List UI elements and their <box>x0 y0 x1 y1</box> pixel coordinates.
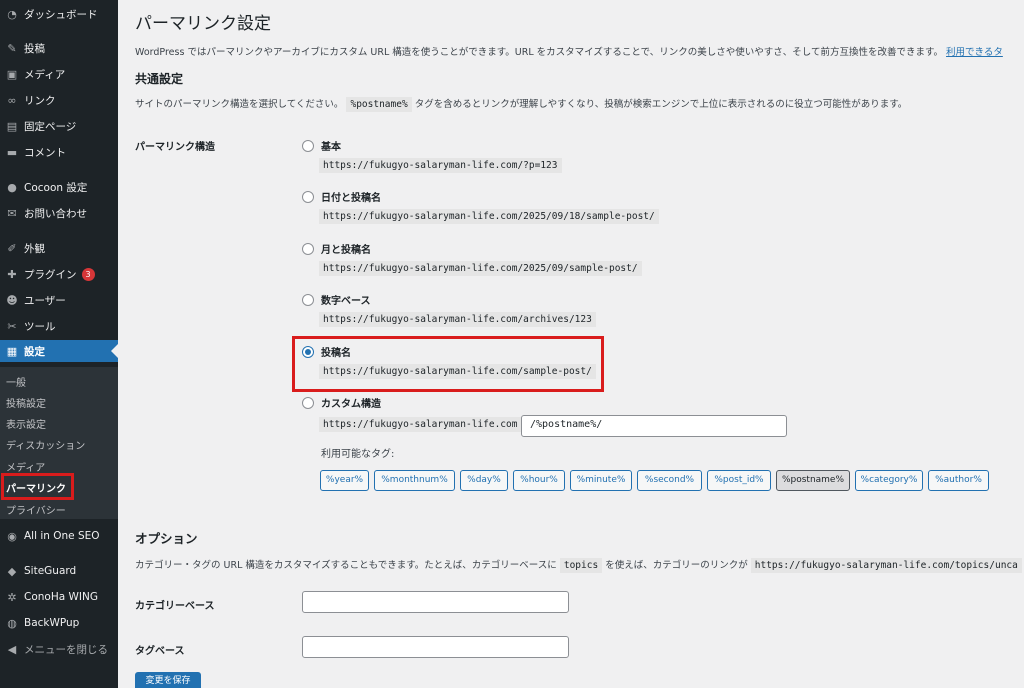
menu-pages[interactable]: ▤ 固定ページ <box>0 115 118 137</box>
custom-url-prefix: https://fukugyo-salaryman-life.com <box>319 417 522 432</box>
cocoon-icon: ● <box>7 180 17 194</box>
link-icon: ∞ <box>7 93 17 107</box>
settings-icon: ▦ <box>6 344 18 358</box>
radio-numeric[interactable] <box>302 293 314 306</box>
tag-button-year[interactable]: %year% <box>320 470 369 491</box>
main-content: パーマリンク設定 WordPress ではパーマリンクやアーカイブにカスタム U… <box>118 0 1024 688</box>
permalink-structure-label: パーマリンク構造 <box>135 142 215 153</box>
menu-contact[interactable]: ✉ お問い合わせ <box>0 202 118 224</box>
topics-url-code: https://fukugyo-salaryman-life.com/topic… <box>750 558 1022 573</box>
menu-users[interactable]: ☻ ユーザー <box>0 289 118 311</box>
tag-button-minute[interactable]: %minute% <box>570 470 632 491</box>
radio-plain[interactable] <box>302 139 314 152</box>
tag-button-hour[interactable]: %hour% <box>513 470 565 491</box>
submenu-writing[interactable]: 投稿設定 <box>6 395 46 410</box>
radio-month-name[interactable] <box>302 242 314 255</box>
custom-structure-input[interactable]: /%postname%/ <box>521 415 787 437</box>
options-title: オプション <box>135 531 198 546</box>
menu-settings[interactable]: ▦ 設定 <box>0 340 118 362</box>
menu-comments[interactable]: ▬ コメント <box>0 141 118 163</box>
menu-posts[interactable]: ✎ 投稿 <box>0 37 118 59</box>
tag-button-post-id[interactable]: %post_id% <box>707 470 771 491</box>
highlight-box-permalink-menu <box>1 473 74 500</box>
topics-code: topics <box>559 558 603 573</box>
aioseo-icon: ◉ <box>7 529 17 543</box>
available-tags-link[interactable]: 利用できるタ <box>946 47 1003 58</box>
media-icon: ▣ <box>6 67 18 81</box>
common-settings-title: 共通設定 <box>135 72 184 86</box>
example-url: https://fukugyo-salaryman-life.com/?p=12… <box>319 158 562 173</box>
save-changes-button[interactable]: 変更を保存 <box>135 672 201 688</box>
page-icon: ▤ <box>6 119 18 133</box>
menu-links[interactable]: ∞ リンク <box>0 89 118 111</box>
update-count-badge: 3 <box>81 267 95 281</box>
highlight-box-post-name <box>292 336 604 392</box>
option-day-name[interactable]: 日付と投稿名 https://fukugyo-salaryman-life.co… <box>302 189 659 224</box>
submenu-media[interactable]: メディア <box>6 459 45 474</box>
option-custom[interactable]: カスタム構造 https://fukugyo-salaryman-life.co… <box>302 395 522 432</box>
submenu-general[interactable]: 一般 <box>6 374 26 389</box>
menu-media[interactable]: ▣ メディア <box>0 63 118 85</box>
menu-backwpup[interactable]: ◍ BackWPup <box>0 612 118 634</box>
menu-aioseo[interactable]: ◉ All in One SEO <box>0 525 118 547</box>
example-url: https://fukugyo-salaryman-life.com/archi… <box>319 312 596 327</box>
wrench-icon: ✂ <box>7 319 17 333</box>
backwpup-icon: ◍ <box>7 616 17 630</box>
radio-custom[interactable] <box>302 396 314 409</box>
tag-button-postname[interactable]: %postname% <box>776 470 850 491</box>
tag-base-input[interactable] <box>302 636 569 658</box>
intro-text: WordPress ではパーマリンクやアーカイブにカスタム URL 構造を使うこ… <box>135 47 1003 58</box>
pin-icon: ✎ <box>7 41 17 55</box>
page-title: パーマリンク設定 <box>135 14 271 34</box>
common-settings-desc: サイトのパーマリンク構造を選択してください。 %postname% タグを含める… <box>135 97 908 112</box>
submenu-reading[interactable]: 表示設定 <box>6 416 46 431</box>
menu-appearance[interactable]: ✐ 外観 <box>0 237 118 259</box>
postname-code: %postname% <box>346 97 412 112</box>
admin-sidebar: ◔ ダッシュボード ✎ 投稿 ▣ メディア ∞ リンク ▤ 固定ページ ▬ コメント ● Co… <box>0 0 118 688</box>
submenu-privacy[interactable]: プライバシー <box>6 502 66 517</box>
menu-dashboard[interactable]: ◔ ダッシュボード <box>0 3 118 25</box>
category-base-input[interactable] <box>302 591 569 613</box>
menu-cocoon[interactable]: ● Cocoon 設定 <box>0 176 118 198</box>
tag-button-category[interactable]: %category% <box>855 470 923 491</box>
collapse-icon: ◀ <box>7 642 17 656</box>
menu-tools[interactable]: ✂ ツール <box>0 315 118 337</box>
plugin-icon: ✚ <box>7 267 17 281</box>
radio-day-name[interactable] <box>302 190 314 203</box>
options-desc: カテゴリー・タグの URL 構造をカスタマイズすることもできます。たとえば、カテ… <box>135 557 1022 573</box>
comment-icon: ▬ <box>6 145 18 159</box>
example-url: https://fukugyo-salaryman-life.com/2025/… <box>319 261 642 276</box>
brush-icon: ✐ <box>7 241 17 255</box>
siteguard-icon: ◆ <box>7 564 17 578</box>
user-icon: ☻ <box>6 293 18 307</box>
tag-button-second[interactable]: %second% <box>637 470 702 491</box>
tag-button-author[interactable]: %author% <box>928 470 989 491</box>
option-numeric[interactable]: 数字ベース https://fukugyo-salaryman-life.com… <box>302 292 596 327</box>
option-month-name[interactable]: 月と投稿名 https://fukugyo-salaryman-life.com… <box>302 241 642 276</box>
option-plain[interactable]: 基本 https://fukugyo-salaryman-life.com/?p… <box>302 138 562 173</box>
tag-base-label: タグベース <box>135 646 185 657</box>
collapse-menu-button[interactable]: ◀ メニューを閉じる <box>0 638 118 660</box>
menu-plugins[interactable]: ✚ プラグイン 3 <box>0 263 118 285</box>
example-url: https://fukugyo-salaryman-life.com/2025/… <box>319 209 659 224</box>
submenu-discussion[interactable]: ディスカッション <box>6 437 85 452</box>
mail-icon: ✉ <box>7 206 17 220</box>
menu-conoha[interactable]: ✲ ConoHa WING <box>0 586 118 608</box>
available-tags-label: 利用可能なタグ: <box>321 449 395 460</box>
gear-icon: ✲ <box>7 590 17 604</box>
menu-siteguard[interactable]: ◆ SiteGuard <box>0 560 118 582</box>
tag-button-day[interactable]: %day% <box>460 470 508 491</box>
category-base-label: カテゴリーベース <box>135 601 215 612</box>
dashboard-icon: ◔ <box>7 7 17 21</box>
tag-button-monthnum[interactable]: %monthnum% <box>374 470 455 491</box>
